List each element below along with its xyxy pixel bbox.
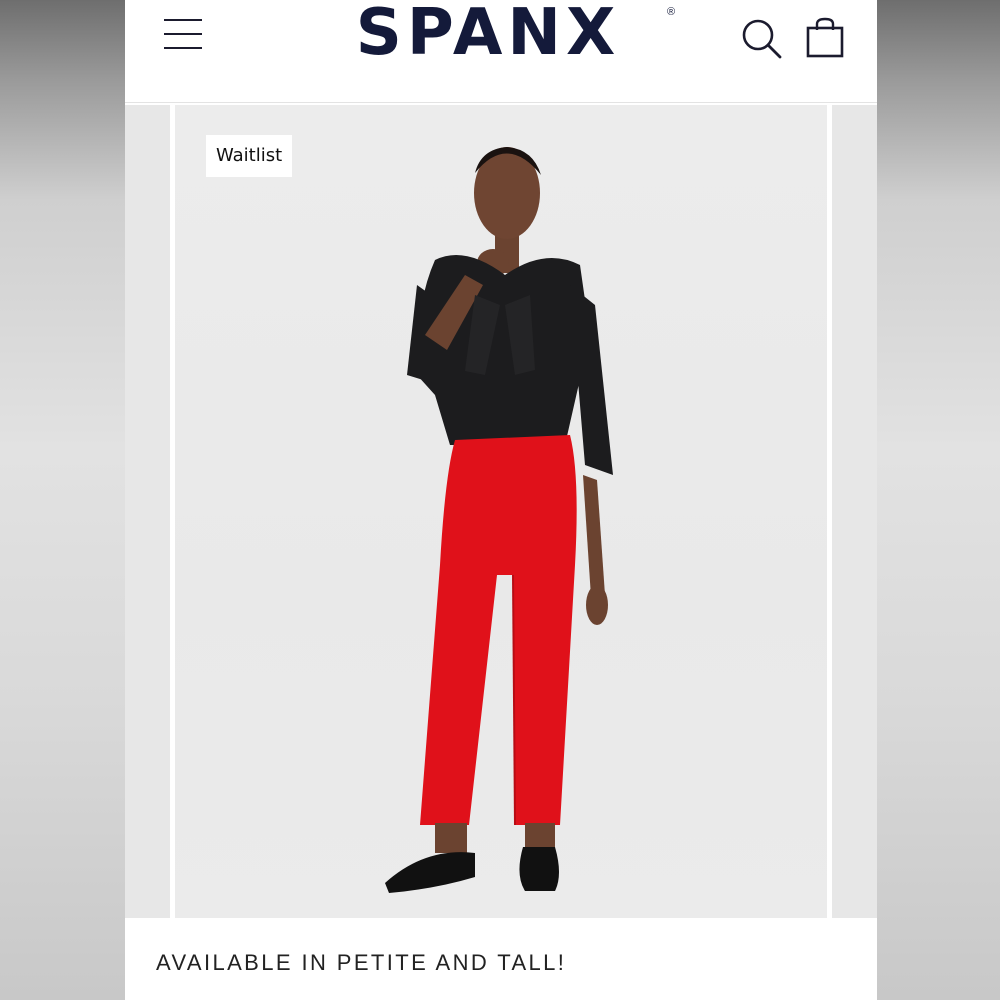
brand-logo[interactable]: SPANX	[308, 0, 668, 70]
hamburger-menu-icon[interactable]	[161, 16, 205, 54]
waitlist-badge: Waitlist	[206, 135, 293, 177]
next-slide-peek[interactable]	[832, 105, 877, 918]
product-image[interactable]: Waitlist	[175, 105, 827, 918]
promo-banner: AVAILABLE IN PETITE AND TALL!	[125, 918, 877, 1000]
registered-mark: ®	[667, 6, 676, 18]
previous-slide-peek[interactable]	[125, 105, 170, 918]
shopping-bag-icon[interactable]	[805, 16, 845, 60]
product-image-carousel[interactable]: Waitlist	[125, 103, 877, 918]
search-icon[interactable]	[741, 18, 783, 60]
phone-screen: SPANX ® Waitlist AVAILABLE IN PETITE AND…	[125, 0, 877, 1000]
model-red-pants-photo	[385, 147, 613, 893]
site-header: SPANX ®	[125, 0, 877, 103]
promo-text: AVAILABLE IN PETITE AND TALL!	[156, 950, 567, 975]
